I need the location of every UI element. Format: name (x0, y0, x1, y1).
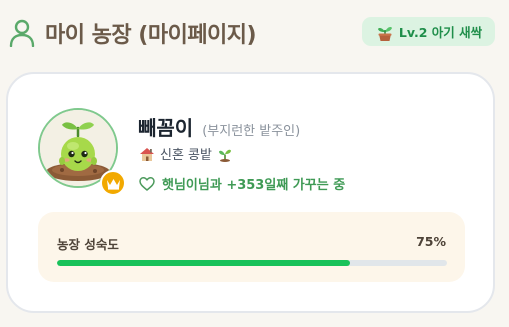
level-badge[interactable]: Lv.2 아기 새싹 (362, 17, 495, 46)
crown-badge (100, 170, 126, 196)
house-icon (140, 147, 154, 161)
profile-card: 빼꼼이 (부지런한 밭주인) 신혼 콩밭 햇님이님과 +353일째 가꾸는 중 … (6, 72, 495, 313)
user-title: (부지런한 밭주인) (202, 124, 301, 139)
days-together-text: 햇님이님과 +353일째 가꾸는 중 (162, 178, 346, 193)
potted-sprout-icon (377, 26, 392, 41)
level-badge-label: Lv.2 아기 새싹 (398, 25, 483, 40)
progress-value: 75% (416, 234, 446, 249)
page-header: 마이 농장 (마이페이지) Lv.2 아기 새싹 (0, 0, 509, 60)
farm-maturity-progress: 농장 성숙도 75% (38, 212, 465, 282)
page-title: 마이 농장 (마이페이지) (45, 23, 257, 48)
name-row: 빼꼼이 (부지런한 밭주인) (138, 112, 300, 141)
progress-label: 농장 성숙도 (57, 237, 119, 252)
progress-track (57, 260, 447, 266)
seedling-icon (218, 149, 231, 162)
user-icon (9, 19, 35, 47)
heart-icon (139, 176, 155, 191)
nickname: 빼꼼이 (138, 116, 194, 140)
crown-icon (106, 178, 120, 190)
farm-name: 신혼 콩밭 (160, 148, 212, 163)
my-farm-page: 마이 농장 (마이페이지) Lv.2 아기 새싹 빼꼼이 (부지런한 밭주인) … (0, 0, 509, 327)
days-together-row: 햇님이님과 +353일째 가꾸는 중 (139, 174, 345, 193)
farm-row: 신혼 콩밭 (139, 144, 233, 163)
progress-fill (57, 260, 350, 266)
avatar-container (38, 108, 126, 196)
